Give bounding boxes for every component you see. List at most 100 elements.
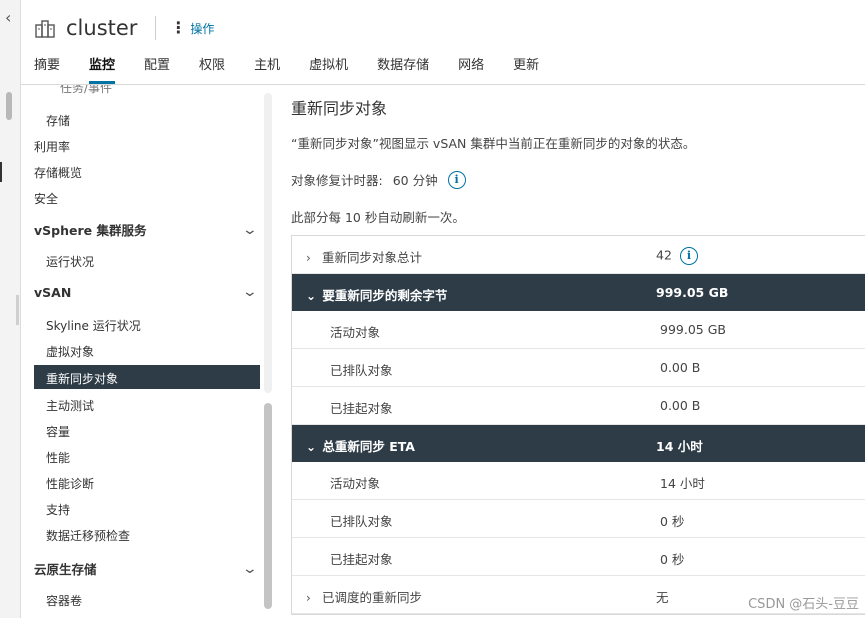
row-label: 已挂起对象 bbox=[330, 552, 393, 567]
row-value: 999.05 GB bbox=[660, 322, 726, 337]
chevron-down-icon[interactable]: ⌄ bbox=[306, 440, 318, 454]
row-label: 总重新同步 ETA bbox=[322, 439, 415, 454]
sidebar-item-storage[interactable]: 存储 bbox=[46, 112, 70, 129]
sidebar-item-utilization[interactable]: 利用率 bbox=[34, 138, 70, 155]
actions-label: 操作 bbox=[190, 21, 215, 36]
tree-row-bytes-active[interactable]: 活动对象 999.05 GB bbox=[292, 311, 865, 349]
sidebar-item-performance-diagnostics[interactable]: 性能诊断 bbox=[46, 475, 94, 492]
repair-timer-value: 60 分钟 bbox=[392, 173, 438, 188]
row-value: 14 小时 bbox=[660, 476, 705, 491]
sidebar-item-label: 重新同步对象 bbox=[46, 372, 119, 386]
sidebar-item-tasks-events[interactable]: 任务/事件 bbox=[60, 85, 112, 96]
row-label-wrap: ⌄ 总重新同步 ETA bbox=[306, 436, 415, 455]
page-title: 重新同步对象 bbox=[291, 99, 388, 118]
collapse-chevron-icon[interactable]: ‹ bbox=[5, 8, 11, 27]
row-label-wrap: › 重新同步对象总计 bbox=[306, 247, 422, 266]
tab-summary[interactable]: 摘要 bbox=[34, 54, 60, 84]
header-divider bbox=[155, 16, 157, 40]
sidebar-item-run-status[interactable]: 运行状况 bbox=[46, 253, 94, 270]
tree-row-bytes-queued[interactable]: 已排队对象 0.00 B bbox=[292, 349, 865, 387]
selection-marker bbox=[0, 162, 2, 182]
tab-permissions[interactable]: 权限 bbox=[199, 54, 225, 84]
sidebar-item-resync-objects[interactable]: 重新同步对象 bbox=[34, 365, 260, 389]
sidebar-section-vsphere-cluster-services[interactable]: vSphere 集群服务 ⌄ bbox=[34, 220, 259, 239]
sidebar-item-security[interactable]: 安全 bbox=[34, 190, 58, 207]
left-collapsed-panel: ‹ bbox=[0, 0, 21, 618]
info-icon[interactable]: i bbox=[447, 170, 466, 189]
actions-menu-button[interactable]: ⋮ 操作 bbox=[170, 20, 214, 37]
row-value: 0 秒 bbox=[660, 552, 685, 567]
section-label: 云原生存储 bbox=[34, 562, 97, 577]
vertical-dots-icon: ⋮ bbox=[170, 18, 187, 37]
sidebar-item-virtual-objects[interactable]: 虚拟对象 bbox=[46, 343, 94, 360]
tree-row-total-eta[interactable]: ⌄ 总重新同步 ETA 14 小时 bbox=[292, 425, 865, 462]
chevron-right-icon[interactable]: › bbox=[306, 591, 318, 605]
tab-hosts[interactable]: 主机 bbox=[254, 54, 280, 84]
row-value: 0.00 B bbox=[660, 398, 701, 413]
auto-refresh-note: 此部分每 10 秒自动刷新一次。 bbox=[291, 210, 465, 225]
chevron-down-icon: ⌄ bbox=[241, 284, 259, 300]
row-label-wrap: ⌄ 要重新同步的剩余字节 bbox=[306, 285, 447, 304]
monitor-sidebar: 任务/事件 存储 利用率 存储概览 安全 vSphere 集群服务 ⌄ 运行状况… bbox=[20, 85, 276, 618]
row-value: 无 bbox=[656, 590, 669, 605]
section-label: vSphere 集群服务 bbox=[34, 223, 147, 238]
tree-row-bytes-suspended[interactable]: 已挂起对象 0.00 B bbox=[292, 387, 865, 425]
tree-row-eta-active[interactable]: 活动对象 14 小时 bbox=[292, 462, 865, 500]
tab-vms[interactable]: 虚拟机 bbox=[309, 54, 348, 84]
sidebar-item-performance[interactable]: 性能 bbox=[46, 449, 70, 466]
section-label: vSAN bbox=[34, 284, 72, 300]
tree-row-eta-suspended[interactable]: 已挂起对象 0 秒 bbox=[292, 538, 865, 576]
tab-updates[interactable]: 更新 bbox=[513, 54, 539, 84]
panel-resize-handle[interactable] bbox=[16, 295, 19, 325]
tab-datastores[interactable]: 数据存储 bbox=[377, 54, 429, 84]
sidebar-item-container-volumes[interactable]: 容器卷 bbox=[46, 592, 82, 609]
title-row: cluster ⋮ 操作 bbox=[34, 10, 214, 46]
row-value-wrap: 42 i bbox=[656, 247, 698, 265]
sidebar-item-storage-overview[interactable]: 存储概览 bbox=[34, 164, 82, 181]
tree-row-total-objects[interactable]: › 重新同步对象总计 42 i bbox=[292, 236, 865, 274]
row-label: 已排队对象 bbox=[330, 514, 393, 529]
cluster-icon bbox=[35, 20, 55, 38]
tab-monitor[interactable]: 监控 bbox=[89, 54, 116, 84]
page-object-title: cluster bbox=[66, 16, 138, 40]
row-value: 14 小时 bbox=[656, 439, 703, 454]
row-value: 0.00 B bbox=[660, 360, 701, 375]
row-label: 已挂起对象 bbox=[330, 401, 393, 416]
row-value: 0 秒 bbox=[660, 514, 685, 529]
row-label: 要重新同步的剩余字节 bbox=[322, 288, 448, 303]
object-header: cluster ⋮ 操作 摘要 监控 配置 权限 主机 虚拟机 数据存储 网络 … bbox=[20, 0, 865, 85]
sidebar-item-proactive-tests[interactable]: 主动测试 bbox=[46, 397, 94, 414]
sidebar-item-support[interactable]: 支持 bbox=[46, 501, 70, 518]
sidebar-item-data-migration-precheck[interactable]: 数据迁移预检查 bbox=[46, 527, 130, 544]
chevron-down-icon[interactable]: ⌄ bbox=[306, 289, 318, 303]
row-value: 42 bbox=[656, 247, 672, 263]
row-label: 已排队对象 bbox=[330, 363, 393, 378]
watermark: CSDN @石头-豆豆 bbox=[748, 597, 859, 612]
chevron-right-icon[interactable]: › bbox=[306, 251, 318, 265]
sidebar-scroll-track bbox=[264, 93, 272, 393]
row-label: 活动对象 bbox=[330, 476, 381, 491]
resync-tree-grid: › 重新同步对象总计 42 i ⌄ 要重新同步的剩余字节 999.05 GB 活动… bbox=[291, 235, 865, 615]
tab-networks[interactable]: 网络 bbox=[458, 54, 484, 84]
sidebar-item-capacity[interactable]: 容量 bbox=[46, 423, 70, 440]
row-label: 活动对象 bbox=[330, 325, 381, 340]
tab-configure[interactable]: 配置 bbox=[144, 54, 170, 84]
row-value: 999.05 GB bbox=[656, 285, 729, 300]
resync-objects-panel: 重新同步对象 “重新同步对象”视图显示 vSAN 集群中当前正在重新同步的对象的… bbox=[291, 85, 865, 618]
tree-row-eta-queued[interactable]: 已排队对象 0 秒 bbox=[292, 500, 865, 538]
row-label: 重新同步对象总计 bbox=[321, 250, 422, 265]
row-label: 已调度的重新同步 bbox=[321, 590, 422, 605]
sidebar-item-skyline[interactable]: Skyline 运行状况 bbox=[46, 317, 141, 334]
info-icon[interactable]: i bbox=[679, 247, 698, 265]
tab-bar: 摘要 监控 配置 权限 主机 虚拟机 数据存储 网络 更新 bbox=[34, 54, 568, 84]
row-label-wrap: › 已调度的重新同步 bbox=[306, 587, 422, 606]
repair-timer-row: 对象修复计时器: 60 分钟 i bbox=[291, 170, 466, 189]
sidebar-scrollbar[interactable] bbox=[264, 403, 272, 609]
sidebar-section-cloud-native-storage[interactable]: 云原生存储 ⌄ bbox=[34, 559, 259, 578]
chevron-down-icon: ⌄ bbox=[241, 221, 259, 238]
sidebar-section-vsan[interactable]: vSAN ⌄ bbox=[34, 284, 259, 300]
tree-row-remaining-bytes[interactable]: ⌄ 要重新同步的剩余字节 999.05 GB bbox=[292, 274, 865, 311]
page-description: “重新同步对象”视图显示 vSAN 集群中当前正在重新同步的对象的状态。 bbox=[291, 136, 696, 151]
chevron-down-icon: ⌄ bbox=[241, 560, 259, 577]
left-scrollbar[interactable] bbox=[6, 92, 12, 120]
